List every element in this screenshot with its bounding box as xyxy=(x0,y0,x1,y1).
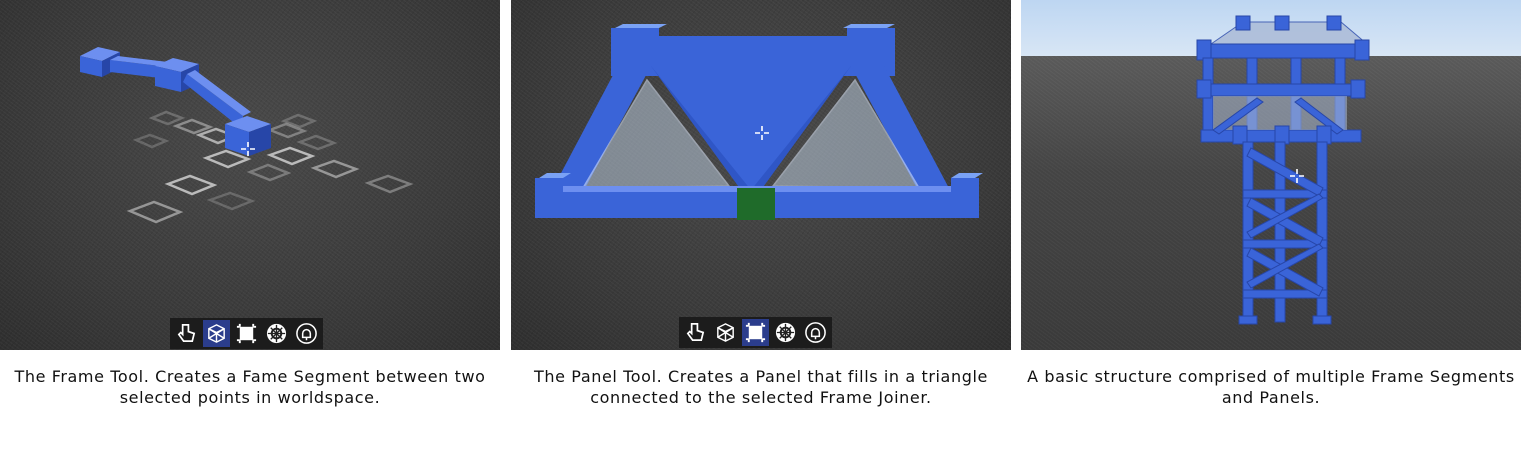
panel-scene xyxy=(535,24,983,220)
wheel-icon xyxy=(266,323,287,344)
frame-structure xyxy=(535,24,983,220)
frame-segment-scene xyxy=(80,47,414,224)
hand-pointer-icon xyxy=(177,324,196,343)
viewport-structure[interactable] xyxy=(1021,0,1521,350)
panel-tool-button[interactable] xyxy=(233,320,260,347)
viewport-frame-tool[interactable] xyxy=(0,0,500,350)
caption-frame-tool: The Frame Tool. Creates a Fame Segment b… xyxy=(14,367,486,407)
hand-pointer-icon xyxy=(686,323,705,342)
caption-structure: A basic structure comprised of multiple … xyxy=(1027,367,1515,407)
crosshair-icon xyxy=(241,142,255,156)
wheel-icon xyxy=(775,322,796,343)
joiner-tool-button[interactable] xyxy=(263,320,290,347)
panel-square-icon xyxy=(745,322,766,343)
select-tool-button[interactable] xyxy=(173,320,200,347)
tool-toolbar xyxy=(170,318,323,349)
select-tool-button[interactable] xyxy=(682,319,709,346)
tool-toolbar xyxy=(679,317,832,348)
connector-tool-button[interactable] xyxy=(802,319,829,346)
viewport-panel-tool[interactable] xyxy=(511,0,1011,350)
connector-tool-button[interactable] xyxy=(293,320,320,347)
plug-icon xyxy=(296,323,317,344)
panel-tool-button[interactable] xyxy=(742,319,769,346)
frame-tool-button[interactable] xyxy=(203,320,230,347)
selected-frame-joiner xyxy=(737,188,775,220)
tower-structure xyxy=(1196,15,1370,325)
crosshair-icon xyxy=(1290,169,1304,183)
caption-panel-tool: The Panel Tool. Creates a Panel that fil… xyxy=(534,367,988,407)
frame-tool-button[interactable] xyxy=(712,319,739,346)
panel-square-icon xyxy=(236,323,257,344)
frame-segments xyxy=(80,47,271,156)
plug-icon xyxy=(805,322,826,343)
crosshair-icon xyxy=(755,126,769,140)
joiner-tool-button[interactable] xyxy=(772,319,799,346)
frame-cube-icon xyxy=(208,324,225,343)
frame-cube-icon xyxy=(717,323,734,342)
